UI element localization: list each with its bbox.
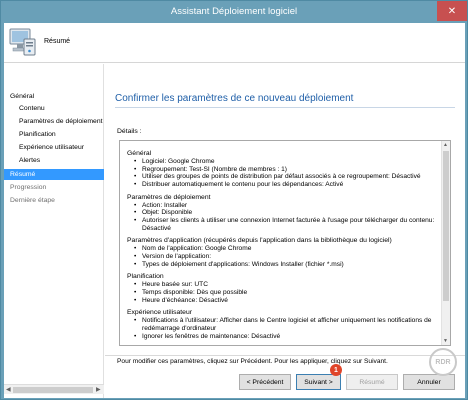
- details-section-list: Heure basée sur: UTCTemps disponible: Dè…: [127, 281, 435, 304]
- title-bar[interactable]: Assistant Déploiement logiciel ✕: [1, 1, 467, 23]
- nav-item-deployment-settings[interactable]: Paramètres de déploiement: [4, 116, 104, 127]
- nav-item-label: Dernière étape: [10, 197, 55, 204]
- wizard-step-nav: Général Contenu Paramètres de déploiemen…: [4, 64, 104, 398]
- scroll-up-icon[interactable]: ▲: [443, 142, 448, 148]
- details-list-item: Autoriser les clients à utiliser une con…: [133, 217, 435, 232]
- nav-item-label: Paramètres de déploiement: [19, 118, 103, 125]
- nav-item-general[interactable]: Général: [4, 91, 104, 102]
- details-section-title: Paramètres de déploiement: [127, 193, 211, 201]
- nav-item-label: Résumé: [10, 171, 36, 178]
- details-list-item: Heure d'échéance: Désactivé: [133, 297, 435, 305]
- nav-item-label: Planification: [19, 131, 56, 138]
- header-step-label: Résumé: [44, 38, 71, 45]
- wizard-client-area: Résumé Général Contenu Paramètres de dép…: [4, 23, 465, 398]
- scrollbar-thumb[interactable]: [443, 151, 449, 301]
- details-content: GénéralLogiciel: Google ChromeRegroupeme…: [127, 149, 435, 345]
- details-section-list: Action: InstallerObjet: DisponibleAutori…: [127, 202, 435, 232]
- details-list-item: Utiliser des groupes de points de distri…: [133, 173, 435, 181]
- title-divider: [115, 107, 455, 108]
- details-list-item: Regroupement: Test-SI (Nombre de membres…: [133, 166, 435, 174]
- scroll-left-icon[interactable]: ◀: [6, 386, 11, 393]
- details-list-item: Heure basée sur: UTC: [133, 281, 435, 289]
- scroll-right-icon[interactable]: ▶: [96, 386, 101, 393]
- window-title: Assistant Déploiement logiciel: [170, 6, 298, 17]
- details-section-title: Planification: [127, 273, 164, 281]
- nav-item-summary[interactable]: Résumé: [4, 169, 104, 180]
- nav-item-label: Contenu: [19, 105, 45, 112]
- nav-item-label: Général: [10, 93, 35, 100]
- details-section-list: Notifications à l'utilisateur: Afficher …: [127, 317, 435, 340]
- details-list-item: Action: Installer: [133, 202, 435, 210]
- instruction-text: Pour modifier ces paramètres, cliquez su…: [117, 358, 388, 365]
- previous-button[interactable]: < Précédent: [239, 374, 291, 390]
- computer-install-icon: [9, 28, 36, 56]
- scroll-down-icon[interactable]: ▼: [443, 338, 448, 344]
- nav-item-progress: Progression: [4, 182, 104, 193]
- nav-item-scheduling[interactable]: Planification: [4, 129, 104, 140]
- scrollbar-thumb[interactable]: [13, 387, 93, 393]
- details-section-list: Logiciel: Google ChromeRegroupement: Tes…: [127, 158, 435, 188]
- details-list-item: Types de déploiement d'applications: Win…: [133, 261, 435, 269]
- page-title: Confirmer les paramètres de ce nouveau d…: [115, 93, 354, 104]
- details-label: Détails :: [117, 128, 142, 135]
- details-section-list: Nom de l'application: Google ChromeVersi…: [127, 245, 435, 268]
- details-list-item: Temps disponible: Dès que possible: [133, 289, 435, 297]
- close-window-button[interactable]: ✕: [437, 1, 467, 21]
- nav-item-user-experience[interactable]: Expérience utilisateur: [4, 142, 104, 153]
- close-icon: ✕: [447, 5, 457, 17]
- nav-item-label: Expérience utilisateur: [19, 144, 84, 151]
- nav-item-completion: Dernière étape: [4, 195, 104, 206]
- wizard-header: Résumé: [4, 23, 465, 63]
- summary-button: Résumé: [346, 374, 398, 390]
- nav-horizontal-scrollbar[interactable]: ◀ ▶: [4, 384, 104, 394]
- details-section-title: Paramètres d'application (récupérés depu…: [127, 237, 392, 245]
- next-button[interactable]: Suivant >: [296, 374, 341, 390]
- nav-item-label: Alertes: [19, 157, 41, 164]
- nav-item-content[interactable]: Contenu: [4, 103, 104, 114]
- details-vertical-scrollbar[interactable]: ▲ ▼: [441, 141, 450, 345]
- details-list-item: Version de l'application:: [133, 253, 435, 261]
- cancel-button[interactable]: Annuler: [403, 374, 455, 390]
- details-section-title: Expérience utilisateur: [127, 309, 192, 317]
- details-list-item: Distribuer automatiquement le contenu po…: [133, 181, 435, 189]
- nav-item-alerts[interactable]: Alertes: [4, 155, 104, 166]
- details-list-item: Nom de l'application: Google Chrome: [133, 245, 435, 253]
- wizard-main-panel: Confirmer les paramètres de ce nouveau d…: [105, 64, 465, 398]
- details-list-item: Notifications à l'utilisateur: Afficher …: [133, 317, 435, 332]
- wizard-window: Assistant Déploiement logiciel ✕ Résumé …: [0, 0, 468, 400]
- details-list-item: Objet: Disponible: [133, 209, 435, 217]
- details-text-box[interactable]: GénéralLogiciel: Google ChromeRegroupeme…: [119, 140, 451, 346]
- details-section-title: Général: [127, 150, 152, 157]
- nav-item-label: Progression: [10, 184, 47, 191]
- details-list-item: Logiciel: Google Chrome: [133, 158, 435, 166]
- details-list-item: Ignorer les fenêtres de maintenance: Dés…: [133, 333, 435, 341]
